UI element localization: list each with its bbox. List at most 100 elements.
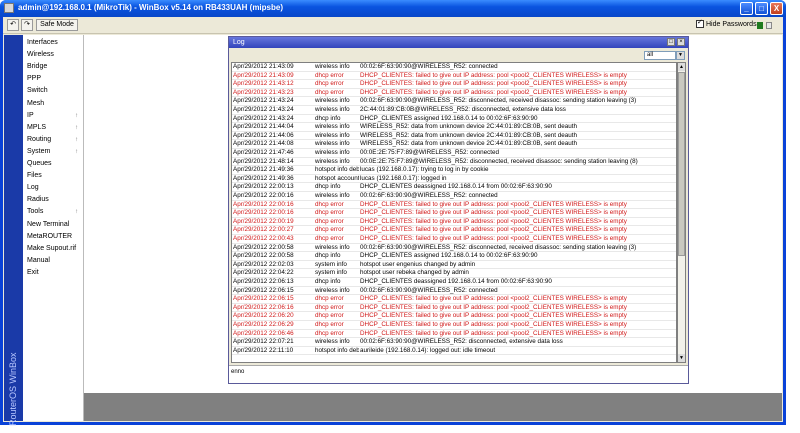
log-row[interactable]: Apr/29/2012 21:44:06 wireless info WIRELES… xyxy=(232,132,676,141)
log-row[interactable]: Apr/29/2012 22:00:43 dhcp error DHCP_CLIEN… xyxy=(232,235,676,244)
log-message: 00:02:6F:63:90:90@WIRELESS_R52: connecte… xyxy=(360,63,498,70)
undo-icon[interactable]: ↶ xyxy=(7,19,19,31)
log-window-close-button[interactable]: × xyxy=(677,38,685,46)
log-row[interactable]: Apr/29/2012 22:00:19 dhcp error DHCP_CLIEN… xyxy=(232,218,676,227)
sidebar-item-routing[interactable]: Routing ↑ xyxy=(23,134,83,146)
log-row[interactable]: Apr/29/2012 21:43:24 dhcp info DHCP_CLIENT… xyxy=(232,115,676,124)
log-row[interactable]: Apr/29/2012 21:44:04 wireless info WIRELES… xyxy=(232,123,676,132)
sidebar-item-metarouter[interactable]: MetaROUTER xyxy=(23,231,83,243)
sidebar-item-label: Exit xyxy=(27,268,39,276)
log-row[interactable]: Apr/29/2012 21:44:08 wireless info WIRELES… xyxy=(232,140,676,149)
log-row[interactable]: Apr/29/2012 22:00:27 dhcp error DHCP_CLIEN… xyxy=(232,226,676,235)
log-topic: wireless info xyxy=(315,140,350,148)
sidebar-item-ppp[interactable]: PPP xyxy=(23,73,83,85)
log-message: DHCP_CLIENTES deassigned 192.168.0.14 fr… xyxy=(360,183,552,191)
window-title: admin@192.168.0.1 (MikroTik) - WinBox v5… xyxy=(18,3,283,12)
log-time: Apr/29/2012 22:06:46 xyxy=(233,329,294,337)
log-row[interactable]: Apr/29/2012 22:06:16 dhcp error DHCP_CLIEN… xyxy=(232,304,676,313)
sidebar-item-interfaces[interactable]: Interfaces xyxy=(23,37,83,49)
log-row[interactable]: Apr/29/2012 21:49:36 hotspot account in..… xyxy=(232,175,676,184)
submenu-arrow-icon: ↑ xyxy=(75,112,78,119)
scrollbar-thumb[interactable] xyxy=(678,72,685,256)
log-row[interactable]: Apr/29/2012 22:00:58 dhcp info DHCP_CLIENT… xyxy=(232,252,676,261)
scroll-down-arrow-icon[interactable]: ▼ xyxy=(678,354,685,362)
log-message: DHCP_CLIENTES: failed to give out IP add… xyxy=(360,209,627,217)
log-row[interactable]: Apr/29/2012 21:48:14 wireless info 00:0E:2… xyxy=(232,158,676,167)
sidebar-item-new-terminal[interactable]: New Terminal xyxy=(23,219,83,231)
log-time: Apr/29/2012 22:00:13 xyxy=(233,183,294,191)
log-filter-select[interactable]: all xyxy=(644,51,676,60)
log-window-title[interactable]: Log xyxy=(229,37,688,48)
hide-passwords-option[interactable]: Hide Passwords xyxy=(696,18,757,28)
sidebar-item-mesh[interactable]: Mesh xyxy=(23,98,83,110)
log-row[interactable]: Apr/29/2012 22:06:46 dhcp error DHCP_CLIEN… xyxy=(232,330,676,339)
sidebar-item-mpls[interactable]: MPLS ↑ xyxy=(23,122,83,134)
log-row[interactable]: Apr/29/2012 22:06:15 dhcp error DHCP_CLIEN… xyxy=(232,295,676,304)
sidebar-item-exit[interactable]: Exit xyxy=(23,267,83,279)
redo-icon[interactable]: ↷ xyxy=(21,19,33,31)
log-list[interactable]: Apr/29/2012 21:43:09 wireless info 00:02:6… xyxy=(231,62,677,363)
sidebar-item-log[interactable]: Log xyxy=(23,182,83,194)
log-row[interactable]: Apr/29/2012 21:47:46 wireless info 00:0E:2… xyxy=(232,149,676,158)
log-row[interactable]: Apr/29/2012 22:07:21 wireless info 00:02:6… xyxy=(232,338,676,347)
log-row[interactable]: Apr/29/2012 21:43:12 dhcp error DHCP_CLIEN… xyxy=(232,80,676,89)
log-row[interactable]: Apr/29/2012 22:00:16 wireless info 00:02:6… xyxy=(232,192,676,201)
sidebar-item-switch[interactable]: Switch xyxy=(23,85,83,97)
sidebar-item-make-supout-rif[interactable]: Make Supout.rif xyxy=(23,243,83,255)
log-window-maximize-button[interactable]: □ xyxy=(667,38,675,46)
log-row[interactable]: Apr/29/2012 22:00:13 dhcp info DHCP_CLIENT… xyxy=(232,183,676,192)
log-time: Apr/29/2012 22:00:16 xyxy=(233,192,294,199)
log-row[interactable]: Apr/29/2012 22:00:16 dhcp error DHCP_CLIEN… xyxy=(232,209,676,218)
log-row[interactable]: Apr/29/2012 21:43:24 wireless info 2C:44:0… xyxy=(232,106,676,115)
log-row[interactable]: Apr/29/2012 21:43:23 dhcp error DHCP_CLIEN… xyxy=(232,89,676,98)
log-topic: dhcp error xyxy=(315,226,344,234)
log-time: Apr/29/2012 22:06:20 xyxy=(233,312,294,320)
log-message: DHCP_CLIENTES: failed to give out IP add… xyxy=(360,71,627,79)
winbox-app-icon xyxy=(4,3,14,13)
log-time: Apr/29/2012 21:44:08 xyxy=(233,140,294,148)
sidebar-item-ip[interactable]: IP ↑ xyxy=(23,110,83,122)
chevron-down-icon[interactable]: ▼ xyxy=(676,51,685,60)
log-row[interactable]: Apr/29/2012 22:11:10 hotspot info debugau… xyxy=(232,347,676,356)
hide-passwords-checkbox[interactable] xyxy=(696,18,704,28)
log-message: DHCP_CLIENTES: failed to give out IP add… xyxy=(360,217,627,225)
sidebar-item-label: Log xyxy=(27,184,39,192)
log-row[interactable]: Apr/29/2012 22:06:13 dhcp info DHCP_CLIENT… xyxy=(232,278,676,287)
sidebar-item-tools[interactable]: Tools ↑ xyxy=(23,206,83,218)
log-row[interactable]: Apr/29/2012 21:43:24 wireless info 00:02:6… xyxy=(232,97,676,106)
log-time: Apr/29/2012 21:44:06 xyxy=(233,131,294,139)
sidebar-item-system[interactable]: System ↑ xyxy=(23,146,83,158)
log-row[interactable]: Apr/29/2012 21:49:36 hotspot info debuglu… xyxy=(232,166,676,175)
log-time: Apr/29/2012 22:00:27 xyxy=(233,226,294,234)
log-row[interactable]: Apr/29/2012 22:04:22 system info hotspot u… xyxy=(232,269,676,278)
log-row[interactable]: Apr/29/2012 22:00:16 dhcp error DHCP_CLIEN… xyxy=(232,201,676,210)
sidebar-item-bridge[interactable]: Bridge xyxy=(23,61,83,73)
scroll-up-arrow-icon[interactable]: ▲ xyxy=(678,63,685,71)
log-scrollbar[interactable]: ▲ ▼ xyxy=(677,62,686,363)
submenu-arrow-icon: ↑ xyxy=(75,124,78,131)
sidebar-item-queues[interactable]: Queues xyxy=(23,158,83,170)
log-row[interactable]: Apr/29/2012 22:06:20 dhcp error DHCP_CLIEN… xyxy=(232,312,676,321)
log-row[interactable]: Apr/29/2012 22:06:29 dhcp error DHCP_CLIEN… xyxy=(232,321,676,330)
safe-mode-button[interactable]: Safe Mode xyxy=(36,19,78,31)
minimize-button[interactable]: _ xyxy=(740,2,753,15)
title-bar[interactable]: admin@192.168.0.1 (MikroTik) - WinBox v5… xyxy=(0,0,786,17)
log-row[interactable]: Apr/29/2012 22:02:03 system info hotspot u… xyxy=(232,261,676,270)
sidebar-item-radius[interactable]: Radius xyxy=(23,194,83,206)
log-time: Apr/29/2012 22:00:58 xyxy=(233,252,294,260)
submenu-arrow-icon: ↑ xyxy=(75,148,78,155)
maximize-button[interactable]: □ xyxy=(755,2,768,15)
sidebar-item-manual[interactable]: Manual xyxy=(23,255,83,267)
log-time: Apr/29/2012 21:43:24 xyxy=(233,106,294,113)
sidebar-item-label: Manual xyxy=(27,256,50,264)
log-message: DHCP_CLIENTES: failed to give out IP add… xyxy=(360,329,627,337)
log-message: aurileide (192.168.0.14): logged out: id… xyxy=(360,346,496,354)
log-row[interactable]: Apr/29/2012 22:00:58 wireless info 00:02:6… xyxy=(232,244,676,253)
log-row[interactable]: Apr/29/2012 22:06:15 wireless info 00:02:6… xyxy=(232,287,676,296)
log-row[interactable]: Apr/29/2012 21:43:09 wireless info 00:02:6… xyxy=(232,63,676,72)
log-message: 00:0E:2E:75:F7:89@WIRELESS_R52: disconne… xyxy=(360,157,638,165)
sidebar-item-wireless[interactable]: Wireless xyxy=(23,49,83,61)
log-row[interactable]: Apr/29/2012 21:43:09 dhcp error DHCP_CLIEN… xyxy=(232,72,676,81)
sidebar-item-files[interactable]: Files xyxy=(23,170,83,182)
close-button[interactable]: X xyxy=(770,2,783,15)
